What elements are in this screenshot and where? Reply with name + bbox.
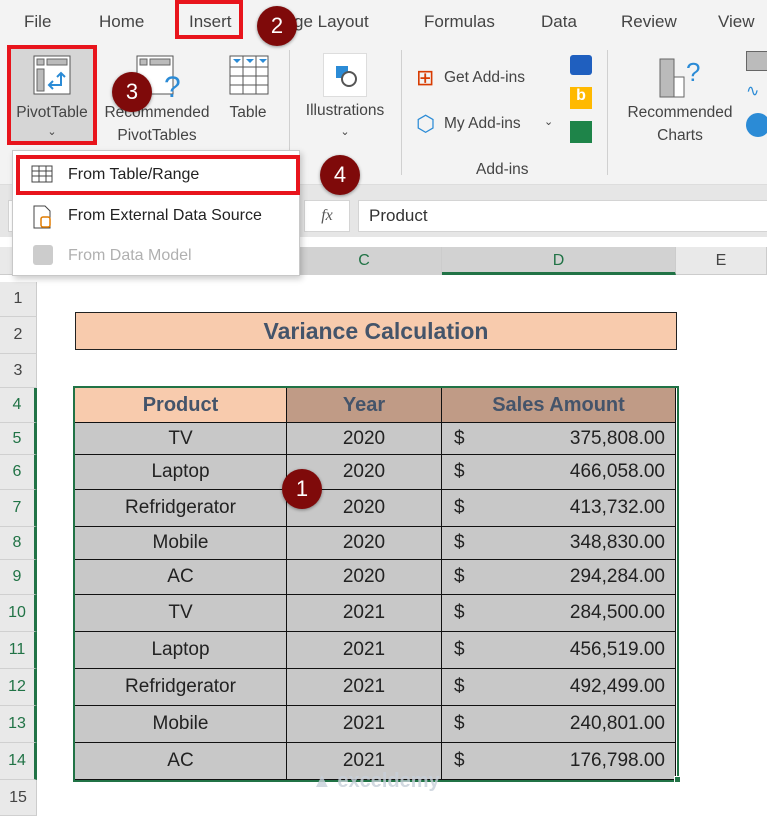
- fx-icon[interactable]: fx: [304, 200, 350, 232]
- visio-icon[interactable]: [570, 55, 592, 75]
- line-chart-icon[interactable]: ∿: [746, 81, 759, 101]
- illustrations-button[interactable]: Illustrations ⌄: [298, 49, 392, 149]
- highlight-insert-tab: [175, 0, 243, 39]
- recommended-charts-label: Recommended: [627, 104, 733, 121]
- highlight-from-table-range: [16, 155, 300, 195]
- store-icon: ⊞: [416, 65, 435, 90]
- recommended-pivottables-label-2: PivotTables: [117, 127, 197, 144]
- column-chart-icon[interactable]: [746, 51, 767, 71]
- recommended-charts-button[interactable]: ? Recommended Charts: [620, 49, 740, 149]
- row-header-11[interactable]: 11: [0, 632, 37, 669]
- row-header-7[interactable]: 7: [0, 490, 37, 527]
- recommended-charts-label-2: Charts: [657, 127, 703, 144]
- ribbon-tabs: File Home Insert ge Layout Formulas Data…: [0, 0, 767, 45]
- sheet-title[interactable]: Variance Calculation: [75, 312, 677, 350]
- menu-item-from-data-model: From Data Model: [13, 235, 299, 275]
- bing-icon[interactable]: b: [570, 87, 592, 109]
- row-header-13[interactable]: 13: [0, 706, 37, 743]
- tab-formulas[interactable]: Formulas: [424, 12, 495, 32]
- get-addins-label: Get Add-ins: [444, 69, 525, 86]
- column-header-e[interactable]: E: [676, 247, 767, 275]
- row-header-12[interactable]: 12: [0, 669, 37, 706]
- row-header-15[interactable]: 15: [0, 780, 37, 816]
- chevron-down-icon: ⌄: [340, 126, 350, 138]
- tab-file[interactable]: File: [24, 12, 51, 32]
- step-badge-2: 2: [257, 6, 297, 46]
- table-icon: [229, 55, 269, 95]
- row-header-8[interactable]: 8: [0, 527, 37, 560]
- svg-text:?: ?: [164, 71, 181, 99]
- highlight-pivottable: [7, 45, 97, 145]
- table-label: Table: [229, 104, 267, 121]
- my-addins-button[interactable]: ⬡ My Add-ins ⌄: [416, 111, 562, 137]
- recommended-pivottables-label: Recommended: [104, 104, 210, 121]
- row-header-1[interactable]: 1: [0, 282, 37, 317]
- chevron-down-icon: ⌄: [544, 116, 554, 128]
- tab-page-layout[interactable]: ge Layout: [294, 12, 369, 32]
- watermark-text: exceldemy: [337, 770, 440, 792]
- tab-review[interactable]: Review: [621, 12, 677, 32]
- menu-item-label: From Data Model: [68, 247, 192, 264]
- addins-group-label: Add-ins: [476, 161, 529, 178]
- step-badge-1: 1: [282, 469, 322, 509]
- tab-data[interactable]: Data: [541, 12, 577, 32]
- row-header-6[interactable]: 6: [0, 455, 37, 490]
- illustrations-label: Illustrations: [305, 102, 385, 119]
- step-badge-4: 4: [320, 155, 360, 195]
- row-header-9[interactable]: 9: [0, 560, 37, 595]
- people-graph-icon[interactable]: [570, 121, 592, 143]
- row-header-10[interactable]: 10: [0, 595, 37, 632]
- row-header-14[interactable]: 14: [0, 743, 37, 780]
- row-header-2[interactable]: 2: [0, 317, 37, 354]
- recommended-charts-icon: ?: [659, 57, 700, 98]
- tab-view[interactable]: View: [718, 12, 755, 32]
- table-button[interactable]: Table: [222, 49, 274, 129]
- row-header-5[interactable]: 5: [0, 423, 37, 455]
- addins-icon: ⬡: [416, 111, 436, 136]
- my-addins-label: My Add-ins: [444, 115, 521, 132]
- svg-text:?: ?: [686, 57, 700, 87]
- row-header-3[interactable]: 3: [0, 354, 37, 388]
- fill-handle[interactable]: [674, 776, 681, 783]
- menu-item-label: From External Data Source: [68, 207, 262, 224]
- step-badge-3: 3: [112, 72, 152, 112]
- selection-border: [73, 386, 679, 782]
- external-data-icon: [33, 205, 51, 229]
- formula-input[interactable]: Product: [358, 200, 767, 232]
- tab-home[interactable]: Home: [99, 12, 144, 32]
- row-header-4[interactable]: 4: [0, 388, 37, 423]
- data-model-icon: [33, 245, 53, 265]
- shapes-icon: [323, 53, 367, 97]
- watermark-logo: ▲ exceldemy: [312, 770, 440, 792]
- column-header-c[interactable]: C: [287, 247, 442, 275]
- pie-chart-icon[interactable]: [746, 113, 767, 137]
- column-header-d[interactable]: D: [442, 247, 676, 275]
- menu-item-from-external-data-source[interactable]: From External Data Source: [13, 195, 299, 235]
